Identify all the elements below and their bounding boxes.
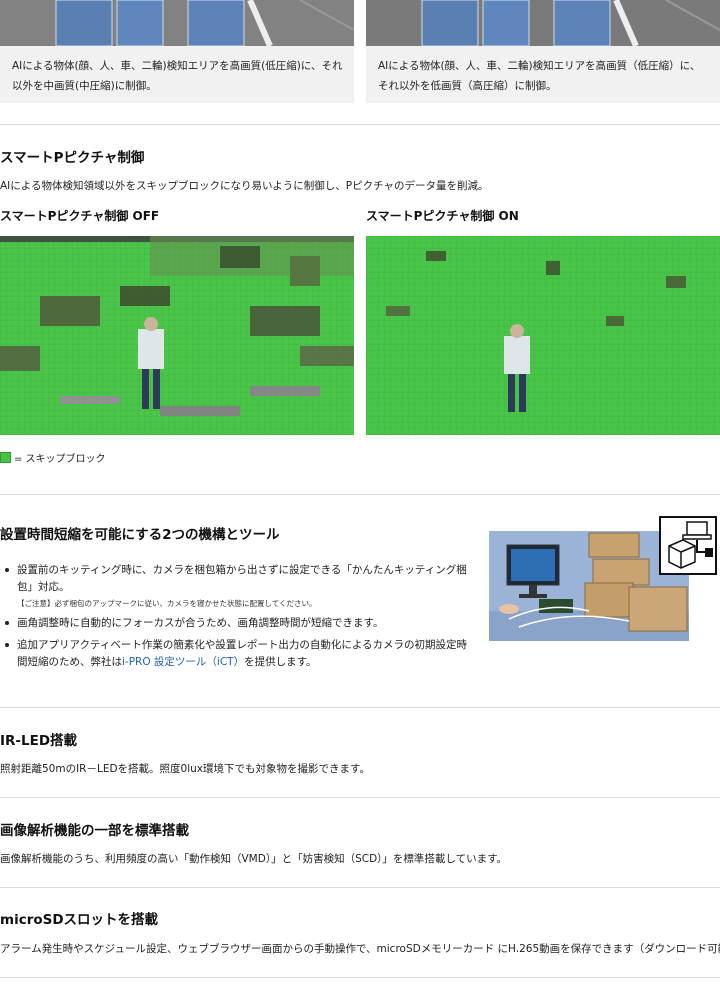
smart-p-description: AIによる物体検知領域以外をスキップブロックになり易いように制御し、Pピクチャの… — [0, 180, 489, 192]
pc-box-connection-icon — [659, 516, 717, 575]
divider — [0, 797, 720, 798]
divider — [0, 977, 720, 978]
comparison-caption-right: AIによる物体(顔、人、車、二輪)検知エリアを高画質（低圧縮）に、それ以外を低画… — [378, 60, 701, 92]
comparison-panel-left: AIによる物体(顔、人、車、二輪)検知エリアを高画質(低圧縮)に、それ以外を中画… — [0, 0, 354, 103]
list-item: 画角調整時に自動的にフォーカスが合うため、画角調整時間が短縮できます。 — [0, 615, 470, 632]
image-quality-comparison: AIによる物体(顔、人、車、二輪)検知エリアを高画質(低圧縮)に、それ以外を中画… — [0, 0, 720, 103]
skip-block-legend: = スキップブロック — [0, 451, 106, 465]
street-photo-right — [366, 0, 720, 46]
ict-tool-link[interactable]: i-PRO 設定ツール（iCT） — [122, 656, 244, 668]
list-item: 設置前のキッティング時に、カメラを梱包箱から出さずに設定できる「かんたんキッティ… — [0, 562, 470, 610]
smart-p-off-image — [0, 236, 354, 435]
product-feature-page: AIによる物体(顔、人、車、二輪)検知エリアを高画質(低圧縮)に、それ以外を中画… — [0, 0, 720, 1000]
divider — [0, 887, 720, 888]
skip-block-swatch — [0, 451, 11, 463]
bullet-text: 設置前のキッティング時に、カメラを梱包箱から出さずに設定できる「かんたんキッティ… — [17, 564, 467, 593]
ir-led-description: 照射距離50mのIR－LEDを搭載。照度0lux環境下でも対象物を撮影できます。 — [0, 763, 370, 775]
bullet-note: 【ご注意】必ず梱包のアップマークに従い、カメラを寝かせた状態に配置してください。 — [17, 599, 317, 608]
section-title-smart-p: スマートPピクチャ制御 — [0, 150, 145, 166]
divider — [0, 124, 720, 125]
comparison-panel-right: AIによる物体(顔、人、車、二輪)検知エリアを高画質（低圧縮）に、それ以外を低画… — [366, 0, 720, 103]
installation-bullet-list: 設置前のキッティング時に、カメラを梱包箱から出さずに設定できる「かんたんキッティ… — [0, 562, 470, 671]
smart-p-on-label: スマートPピクチャ制御 ON — [366, 209, 519, 223]
skip-block-legend-label: = スキップブロック — [14, 453, 106, 465]
list-item: 追加アプリアクティベート作業の簡素化や設置レポート出力の自動化によるカメラの初期… — [0, 637, 470, 671]
divider — [0, 494, 720, 495]
section-title-microsd: microSDスロットを搭載 — [0, 912, 159, 928]
comparison-caption-left: AIによる物体(顔、人、車、二輪)検知エリアを高画質(低圧縮)に、それ以外を中画… — [12, 60, 343, 92]
divider — [0, 707, 720, 708]
street-photo-left — [0, 0, 354, 46]
bullet-text: 画角調整時に自動的にフォーカスが合うため、画角調整時間が短縮できます。 — [17, 617, 384, 629]
smart-p-off-label: スマートPピクチャ制御 OFF — [0, 209, 160, 223]
bullet-text: を提供します。 — [244, 656, 317, 668]
analytics-description: 画像解析機能のうち、利用頻度の高い「動作検知（VMD）」と「妨害検知（SCD）」… — [0, 853, 508, 865]
microsd-description: アラーム発生時やスケジュール設定、ウェブブラウザー画面からの手動操作で、micr… — [0, 943, 720, 955]
section-title-installation: 設置時間短縮を可能にする2つの機構とツール — [0, 527, 280, 543]
section-title-ir-led: IR-LED搭載 — [0, 733, 78, 749]
smart-p-on-image — [366, 236, 720, 435]
section-title-analytics: 画像解析機能の一部を標準搭載 — [0, 823, 189, 839]
